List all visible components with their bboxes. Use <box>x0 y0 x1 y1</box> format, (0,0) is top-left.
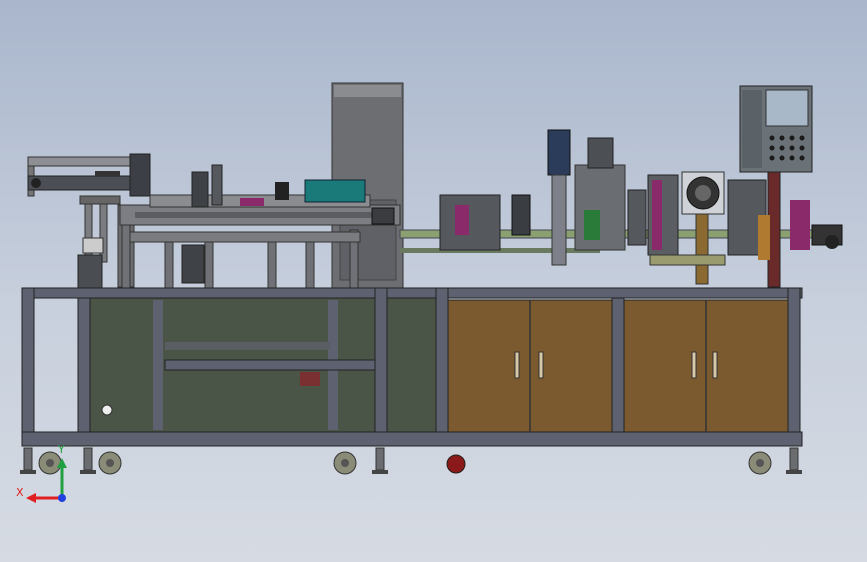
processing-stations <box>399 85 843 288</box>
caster-wheel-icon <box>20 447 802 475</box>
cad-viewport[interactable]: X Y <box>0 0 867 562</box>
x-axis-label: X <box>16 486 24 499</box>
machine-assembly-drawing: X Y <box>16 82 843 503</box>
y-axis-label: Y <box>57 443 65 456</box>
